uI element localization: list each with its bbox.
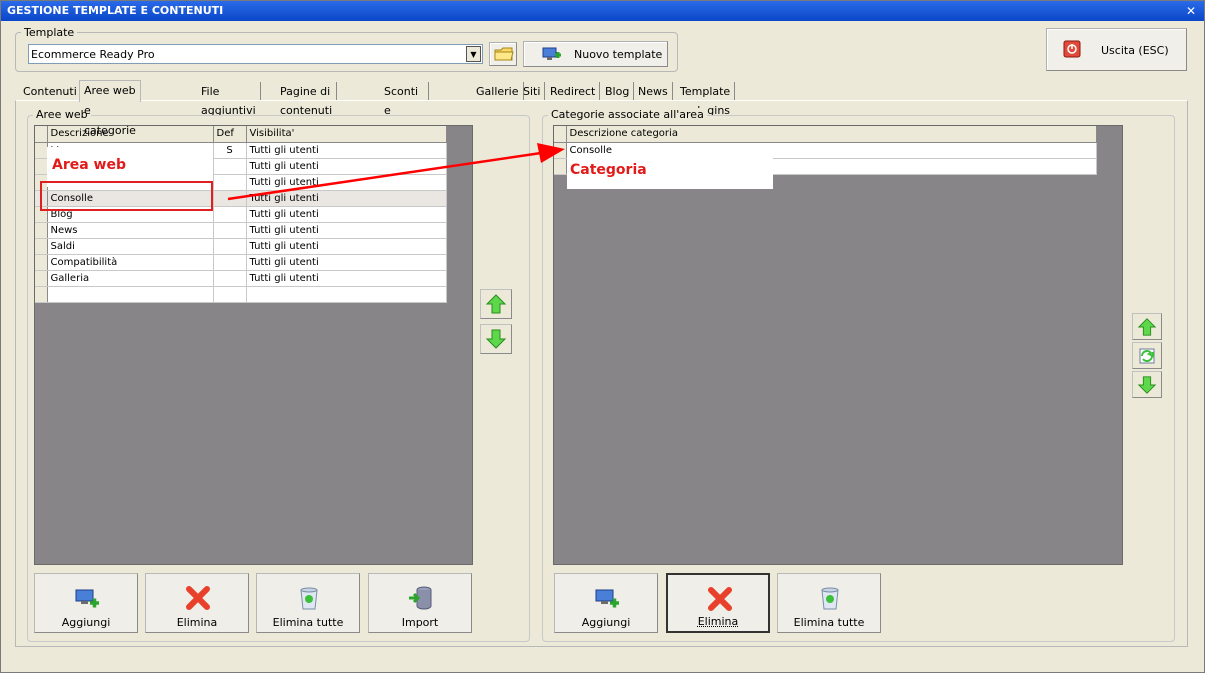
tab-file-aggiuntivi[interactable]: File aggiuntivi xyxy=(197,82,261,117)
title-bar: GESTIONE TEMPLATE E CONTENUTI ✕ xyxy=(1,1,1204,21)
categorie-legend: Categorie associate all'area xyxy=(548,108,707,121)
annotation-highlight-rect xyxy=(40,181,213,211)
close-icon[interactable]: ✕ xyxy=(1186,1,1196,21)
delete-area-button[interactable]: Elimina xyxy=(145,573,249,633)
window-title: GESTIONE TEMPLATE E CONTENUTI xyxy=(7,4,224,17)
delete-category-button[interactable]: Elimina xyxy=(666,573,770,633)
folder-icon xyxy=(494,47,514,61)
tab-template-plugins[interactable]: Template e plugins xyxy=(676,82,736,117)
delete-all-categories-button[interactable]: Elimina tutte xyxy=(777,573,881,633)
arrow-down-icon xyxy=(485,329,507,349)
table-row[interactable]: Saldi Tutti gli utenti xyxy=(35,238,447,255)
column-header-visibilita[interactable]: Visibilita' xyxy=(246,126,447,143)
refresh-icon xyxy=(1139,348,1155,364)
aree-web-legend: Aree web xyxy=(33,108,91,121)
tab-aree-web-categorie[interactable]: Aree web e categorie xyxy=(79,80,141,137)
delete-x-icon xyxy=(186,586,210,610)
annotation-area-web: Area web xyxy=(52,157,127,173)
tab-pagine-contenuti[interactable]: Pagine di contenuti xyxy=(276,82,338,117)
table-header: Descrizione categoria xyxy=(554,126,1097,143)
column-header-def[interactable]: Def xyxy=(213,126,247,143)
chevron-down-icon[interactable]: ▼ xyxy=(466,46,481,62)
template-select[interactable]: Ecommerce Ready Pro ▼ xyxy=(28,44,483,64)
tab-redirect[interactable]: Redirect xyxy=(546,82,601,101)
category-move-up-button[interactable] xyxy=(1132,313,1162,340)
recycle-bin-icon xyxy=(300,587,318,610)
delete-all-areas-button[interactable]: Elimina tutte xyxy=(256,573,360,633)
monitor-add-icon xyxy=(75,589,99,608)
new-template-button[interactable]: Nuovo template xyxy=(523,41,668,67)
monitor-add-icon xyxy=(542,47,561,60)
exit-button[interactable]: Uscita (ESC) xyxy=(1046,28,1187,71)
template-legend: Template xyxy=(21,26,78,39)
monitor-add-icon xyxy=(595,589,619,608)
add-area-button[interactable]: Aggiungi xyxy=(34,573,138,633)
move-down-button[interactable] xyxy=(480,324,512,354)
table-row[interactable]: News Tutti gli utenti xyxy=(35,222,447,239)
table-row-new[interactable] xyxy=(35,286,447,303)
category-move-down-button[interactable] xyxy=(1132,371,1162,398)
database-import-icon xyxy=(409,586,432,610)
template-select-value: Ecommerce Ready Pro xyxy=(31,48,155,61)
main-window: GESTIONE TEMPLATE E CONTENUTI ✕ Template… xyxy=(0,0,1205,673)
arrow-down-icon xyxy=(1137,376,1157,394)
categorie-grid xyxy=(553,125,1123,565)
exit-label: Uscita (ESC) xyxy=(1101,44,1169,57)
arrow-up-icon xyxy=(1137,318,1157,336)
delete-x-icon xyxy=(708,587,732,611)
tab-siti[interactable]: Siti xyxy=(519,82,546,101)
tab-news[interactable]: News xyxy=(634,82,673,101)
column-header-descrizione-categoria[interactable]: Descrizione categoria xyxy=(566,126,1097,143)
tab-sconti-coupon[interactable]: Sconti e coupon xyxy=(380,82,430,136)
move-up-button[interactable] xyxy=(480,289,512,319)
arrow-up-icon xyxy=(485,294,507,314)
open-folder-button[interactable] xyxy=(489,42,517,66)
category-refresh-button[interactable] xyxy=(1132,342,1162,369)
table-row[interactable]: Compatibilità Tutti gli utenti xyxy=(35,254,447,271)
add-category-button[interactable]: Aggiungi xyxy=(554,573,658,633)
recycle-bin-icon xyxy=(821,587,839,610)
table-row[interactable]: Galleria Tutti gli utenti xyxy=(35,270,447,287)
table-row[interactable]: Consolle xyxy=(554,142,1097,159)
tab-gallerie[interactable]: Gallerie xyxy=(472,82,524,101)
exit-icon xyxy=(1063,40,1081,58)
import-button[interactable]: Import xyxy=(368,573,472,633)
new-template-label: Nuovo template xyxy=(574,48,663,61)
annotation-categoria: Categoria xyxy=(570,162,647,178)
tab-contenuti[interactable]: Contenuti xyxy=(19,82,82,101)
tab-blog[interactable]: Blog xyxy=(601,82,635,101)
